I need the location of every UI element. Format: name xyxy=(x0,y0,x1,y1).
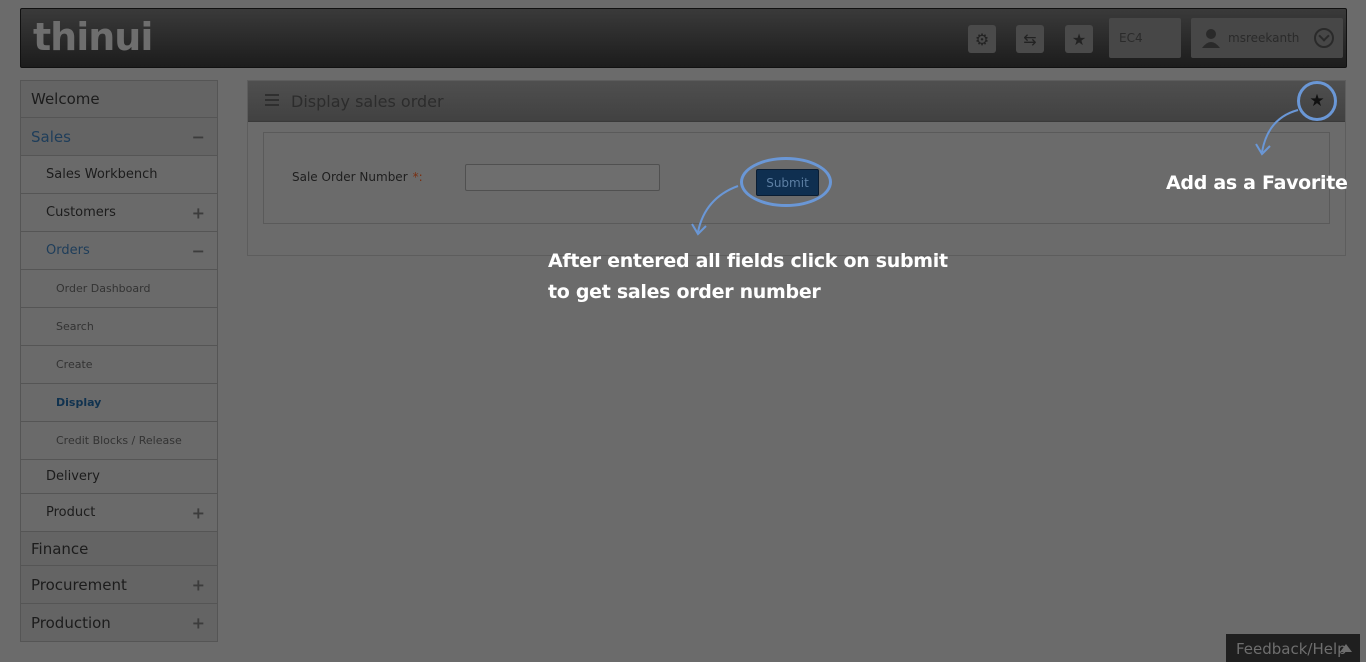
submit-annotation-line1: After entered all fields click on submit xyxy=(548,250,948,272)
annotation-arrows xyxy=(691,109,1299,236)
feedback-label: Feedback/Help xyxy=(1236,640,1347,658)
submit-annotation-line2: to get sales order number xyxy=(548,281,821,303)
favorite-arrow xyxy=(1261,109,1299,153)
submit-arrow xyxy=(697,185,739,233)
favorite-annotation: Add as a Favorite xyxy=(1166,172,1348,194)
feedback-help-button[interactable]: Feedback/Help xyxy=(1226,634,1360,662)
chevron-up-icon xyxy=(1340,644,1352,652)
